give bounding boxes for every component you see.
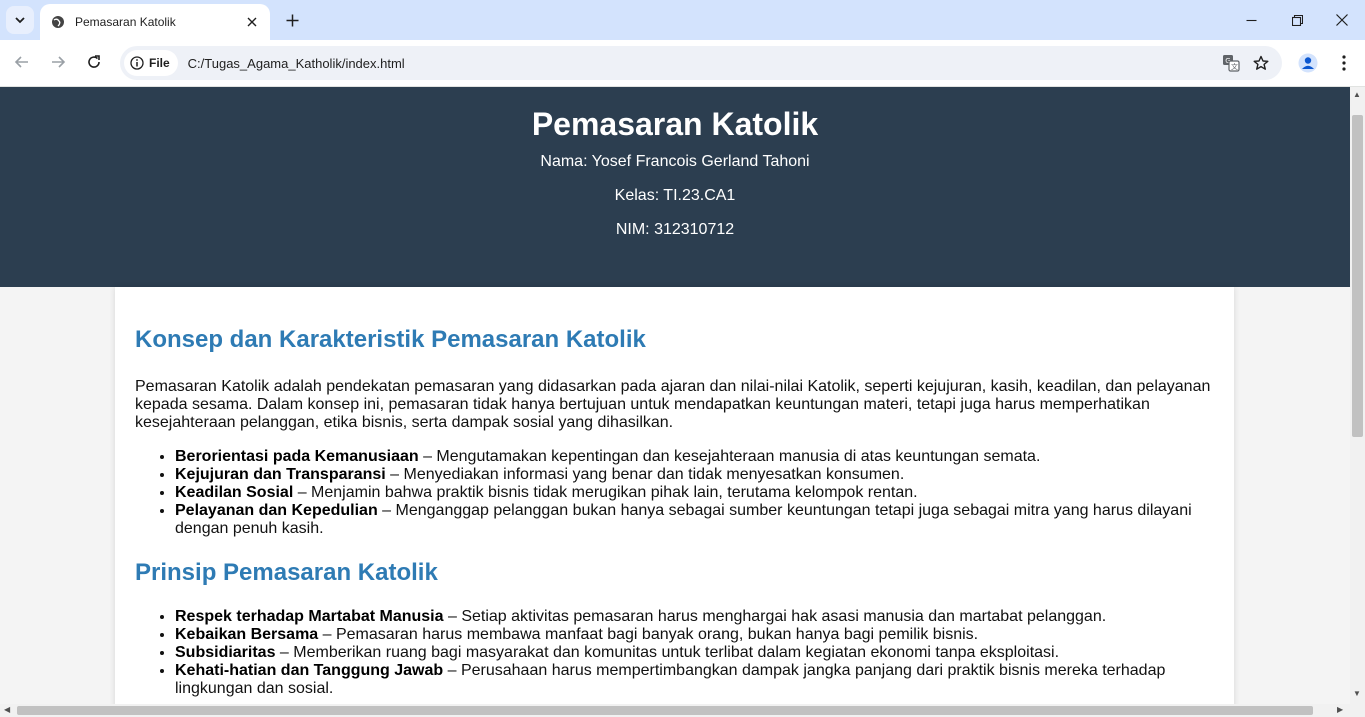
list-item-term: Pelayanan dan Kepedulian xyxy=(175,502,378,519)
reload-icon xyxy=(88,55,100,68)
profile-button[interactable] xyxy=(1294,49,1322,77)
list-item: Kebaikan Bersama – Pemasaran harus memba… xyxy=(175,626,1214,644)
page-title: Pemasaran Katolik xyxy=(531,106,819,142)
translate-button[interactable]: G文 xyxy=(1216,48,1246,78)
list-item-term: Kejujuran dan Transparansi xyxy=(175,466,386,483)
tab-search-button[interactable] xyxy=(6,6,34,34)
section-heading-concept: Konsep dan Karakteristik Pemasaran Katol… xyxy=(135,326,646,353)
plus-icon xyxy=(286,14,298,26)
list-item: Pelayanan dan Kepedulian – Menganggap pe… xyxy=(175,502,1214,538)
tab-strip: Pemasaran Katolik xyxy=(0,0,1365,40)
list-item-desc: – Menyediakan informasi yang benar dan t… xyxy=(385,466,905,483)
section-heading-principles: Prinsip Pemasaran Katolik xyxy=(135,559,438,586)
list-item: Keadilan Sosial – Menjamin bahwa praktik… xyxy=(175,484,1214,502)
list-item-desc: – Memberikan ruang bagi masyarakat dan k… xyxy=(275,644,1060,661)
tab-search-icon xyxy=(15,17,25,24)
tab-title: Pemasaran Katolik xyxy=(75,15,176,29)
restore-icon xyxy=(1291,14,1303,26)
minimize-icon xyxy=(1246,19,1256,21)
list-item: Berorientasi pada Kemanusiaan – Mengutam… xyxy=(175,448,1214,466)
restore-button[interactable] xyxy=(1274,0,1320,40)
site-chip-label: File xyxy=(149,56,170,70)
student-class: Kelas: TI.23.CA1 xyxy=(614,187,736,204)
close-window-button[interactable] xyxy=(1319,0,1365,40)
browser-toolbar: File C:/Tugas_Agama_Katholik/index.html … xyxy=(0,40,1365,87)
list-item: Respek terhadap Martabat Manusia – Setia… xyxy=(175,608,1214,626)
address-bar[interactable]: File C:/Tugas_Agama_Katholik/index.html … xyxy=(120,46,1282,80)
list-item-desc: – Menjamin bahwa praktik bisnis tidak me… xyxy=(293,484,918,501)
forward-icon xyxy=(52,56,66,68)
list-item-desc: – Mengutamakan kepentingan dan kesejahte… xyxy=(418,448,1041,465)
more-vert-icon xyxy=(1342,55,1346,71)
list-item-desc: – Pemasaran harus membawa manfaat bagi b… xyxy=(318,626,979,643)
new-tab-button[interactable] xyxy=(280,8,304,32)
principles-list: Respek terhadap Martabat Manusia – Setia… xyxy=(135,608,1214,698)
scroll-right-arrow-icon[interactable]: ▶ xyxy=(1337,705,1343,715)
info-icon xyxy=(130,56,144,70)
list-item: Kejujuran dan Transparansi – Menyediakan… xyxy=(175,466,1214,484)
site-info-chip[interactable]: File xyxy=(124,50,178,76)
scroll-up-arrow-icon[interactable]: ▲ xyxy=(1353,90,1361,100)
content-card: Konsep dan Karakteristik Pemasaran Katol… xyxy=(115,287,1234,704)
page-header: Pemasaran Katolik Nama: Yosef Francois G… xyxy=(0,87,1350,287)
globe-icon xyxy=(50,14,66,30)
close-icon[interactable] xyxy=(244,14,260,30)
back-icon xyxy=(14,56,28,68)
list-item-term: Berorientasi pada Kemanusiaan xyxy=(175,448,419,465)
profile-icon xyxy=(1298,53,1318,73)
list-item-term: Kehati-hatian dan Tanggung Jawab xyxy=(175,662,444,679)
list-item-term: Kebaikan Bersama xyxy=(175,626,319,643)
list-item-desc: – Setiap aktivitas pemasaran harus mengh… xyxy=(443,608,1107,625)
scroll-down-arrow-icon[interactable]: ▼ xyxy=(1353,689,1361,699)
horizontal-scroll-thumb[interactable] xyxy=(17,706,1313,715)
back-button[interactable] xyxy=(8,48,36,76)
list-item: Subsidiaritas – Memberikan ruang bagi ma… xyxy=(175,644,1214,662)
student-name: Nama: Yosef Francois Gerland Tahoni xyxy=(540,153,810,170)
list-item-term: Subsidiaritas xyxy=(175,644,276,661)
close-icon xyxy=(1336,14,1348,26)
forward-button[interactable] xyxy=(44,48,72,76)
student-nim: NIM: 312310712 xyxy=(615,221,735,238)
minimize-button[interactable] xyxy=(1228,0,1274,40)
list-item-term: Respek terhadap Martabat Manusia xyxy=(175,608,444,625)
star-icon xyxy=(1253,55,1269,70)
page-viewport: Pemasaran Katolik Nama: Yosef Francois G… xyxy=(0,87,1350,704)
svg-text:文: 文 xyxy=(1231,62,1238,71)
browser-menu-button[interactable] xyxy=(1330,49,1358,77)
bookmark-button[interactable] xyxy=(1246,48,1276,78)
list-item-term: Keadilan Sosial xyxy=(175,484,294,501)
scrollbar-corner xyxy=(1350,704,1365,717)
vertical-scroll-thumb[interactable] xyxy=(1352,115,1363,437)
scroll-left-arrow-icon[interactable]: ◀ xyxy=(4,705,10,715)
browser-tab[interactable]: Pemasaran Katolik xyxy=(40,4,270,40)
translate-icon: G文 xyxy=(1223,55,1240,72)
horizontal-scrollbar[interactable]: ◀ ▶ xyxy=(0,704,1350,717)
concept-paragraph: Pemasaran Katolik adalah pendekatan pema… xyxy=(135,378,1211,431)
vertical-scrollbar[interactable]: ▲ ▼ xyxy=(1350,87,1365,704)
reload-button[interactable] xyxy=(80,48,108,76)
list-item: Kehati-hatian dan Tanggung Jawab – Perus… xyxy=(175,662,1214,698)
characteristics-list: Berorientasi pada Kemanusiaan – Mengutam… xyxy=(135,448,1214,538)
url-text[interactable]: C:/Tugas_Agama_Katholik/index.html xyxy=(188,56,1216,71)
